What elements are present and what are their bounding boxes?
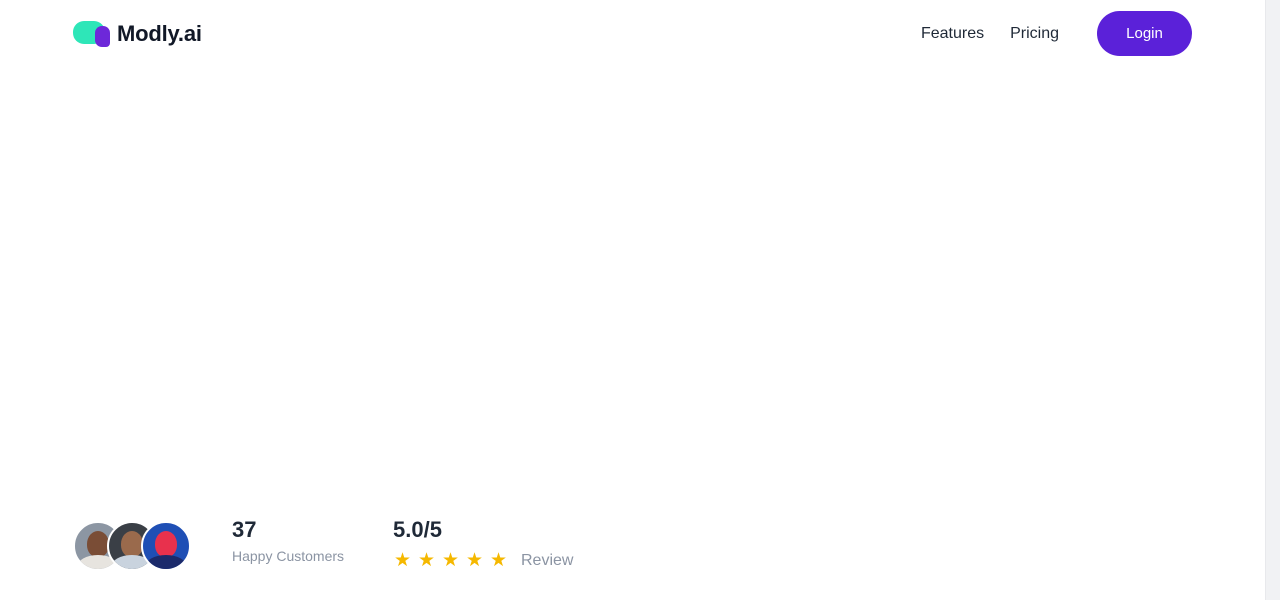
nav-link-features[interactable]: Features: [921, 25, 984, 43]
logo-mark-purple: [95, 26, 110, 47]
review-row: ★ ★ ★ ★ ★ Review: [393, 550, 574, 571]
logo-icon: [73, 20, 111, 48]
star-icon: ★: [441, 550, 460, 571]
avatar-body: [145, 555, 187, 569]
nav-link-pricing[interactable]: Pricing: [1010, 25, 1059, 43]
customers-count: 37: [232, 517, 257, 542]
avatar: [141, 521, 191, 571]
customers-label: Happy Customers: [232, 548, 345, 564]
page: Modly.ai Features Pricing Login 37 Happy…: [0, 0, 1280, 600]
customer-avatars: [73, 521, 191, 571]
brand-logo[interactable]: Modly.ai: [73, 19, 202, 49]
review-stat: 5.0/5 ★ ★ ★ ★ ★ Review: [393, 516, 573, 571]
avatar-face: [155, 531, 177, 557]
star-icon: ★: [465, 550, 484, 571]
avatar-face: [121, 531, 143, 557]
login-button[interactable]: Login: [1097, 11, 1192, 56]
avatar-face: [87, 531, 109, 557]
star-icon: ★: [489, 550, 508, 571]
customers-stat: 37 Happy Customers: [232, 516, 344, 564]
brand-name: Modly.ai: [117, 21, 202, 46]
star-icon: ★: [417, 550, 436, 571]
rating-value: 5.0/5: [393, 517, 442, 542]
main-nav: Features Pricing Login: [921, 11, 1192, 56]
review-label: Review: [521, 552, 574, 569]
page-scrollbar[interactable]: [1265, 0, 1280, 600]
star-icon: ★: [393, 550, 412, 571]
